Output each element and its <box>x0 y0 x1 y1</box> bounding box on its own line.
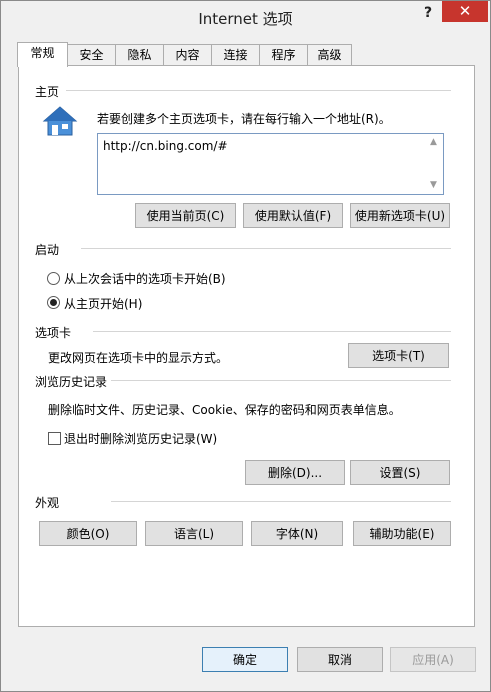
delete-on-exit-label[interactable]: 退出时删除浏览历史记录(W) <box>64 430 217 447</box>
divider <box>111 380 451 381</box>
history-settings-button[interactable]: 设置(S) <box>350 460 450 485</box>
accessibility-button[interactable]: 辅助功能(E) <box>353 521 451 546</box>
divider <box>66 90 451 91</box>
languages-button[interactable]: 语言(L) <box>145 521 243 546</box>
cancel-button[interactable]: 取消 <box>297 647 383 672</box>
tabs-settings-button[interactable]: 选项卡(T) <box>348 343 449 368</box>
tab-advanced[interactable]: 高级 <box>307 44 352 65</box>
dialog-window: Internet 选项 ? ✕ 常规 安全 隐私 内容 连接 程序 高级 主页 … <box>0 0 491 692</box>
title-bar[interactable]: Internet 选项 ? ✕ <box>1 1 490 32</box>
tab-general[interactable]: 常规 <box>17 42 68 67</box>
appearance-group-label: 外观 <box>35 494 64 511</box>
use-new-tab-button[interactable]: 使用新选项卡(U) <box>350 203 450 228</box>
tabs-description: 更改网页在选项卡中的显示方式。 <box>48 351 229 365</box>
divider <box>111 501 451 502</box>
home-icon <box>42 106 78 136</box>
history-group-label: 浏览历史记录 <box>35 373 112 390</box>
home-url-value: http://cn.bing.com/# <box>103 139 228 153</box>
radio-last-session[interactable] <box>47 272 60 285</box>
radio-home-page[interactable] <box>47 296 60 309</box>
close-button[interactable]: ✕ <box>442 1 488 22</box>
tab-security[interactable]: 安全 <box>67 44 116 65</box>
home-url-input[interactable]: http://cn.bing.com/# ▲ ▼ <box>97 133 444 195</box>
history-description: 删除临时文件、历史记录、Cookie、保存的密码和网页表单信息。 <box>48 403 401 417</box>
tab-connections[interactable]: 连接 <box>211 44 260 65</box>
tab-privacy[interactable]: 隐私 <box>115 44 164 65</box>
ok-button[interactable]: 确定 <box>202 647 288 672</box>
radio-last-session-label[interactable]: 从上次会话中的选项卡开始(B) <box>64 270 226 287</box>
tab-programs[interactable]: 程序 <box>259 44 308 65</box>
divider <box>93 331 451 332</box>
help-button[interactable]: ? <box>415 3 441 23</box>
home-instruction: 若要创建多个主页选项卡，请在每行输入一个地址(R)。 <box>97 112 391 126</box>
delete-history-button[interactable]: 删除(D)... <box>245 460 345 485</box>
delete-on-exit-checkbox[interactable] <box>48 432 61 445</box>
textarea-scrollbar[interactable]: ▲ ▼ <box>426 134 443 194</box>
scroll-up-icon[interactable]: ▲ <box>430 137 437 147</box>
radio-home-page-label[interactable]: 从主页开始(H) <box>64 295 142 312</box>
use-current-button[interactable]: 使用当前页(C) <box>135 203 236 228</box>
home-group-label: 主页 <box>35 83 64 100</box>
tab-content[interactable]: 内容 <box>163 44 212 65</box>
tabs-group-label: 选项卡 <box>35 324 76 341</box>
startup-group-label: 启动 <box>35 241 64 258</box>
divider <box>81 248 451 249</box>
scroll-down-icon[interactable]: ▼ <box>430 180 437 190</box>
apply-button[interactable]: 应用(A) <box>390 647 476 672</box>
fonts-button[interactable]: 字体(N) <box>251 521 343 546</box>
use-default-button[interactable]: 使用默认值(F) <box>243 203 343 228</box>
colors-button[interactable]: 颜色(O) <box>39 521 137 546</box>
